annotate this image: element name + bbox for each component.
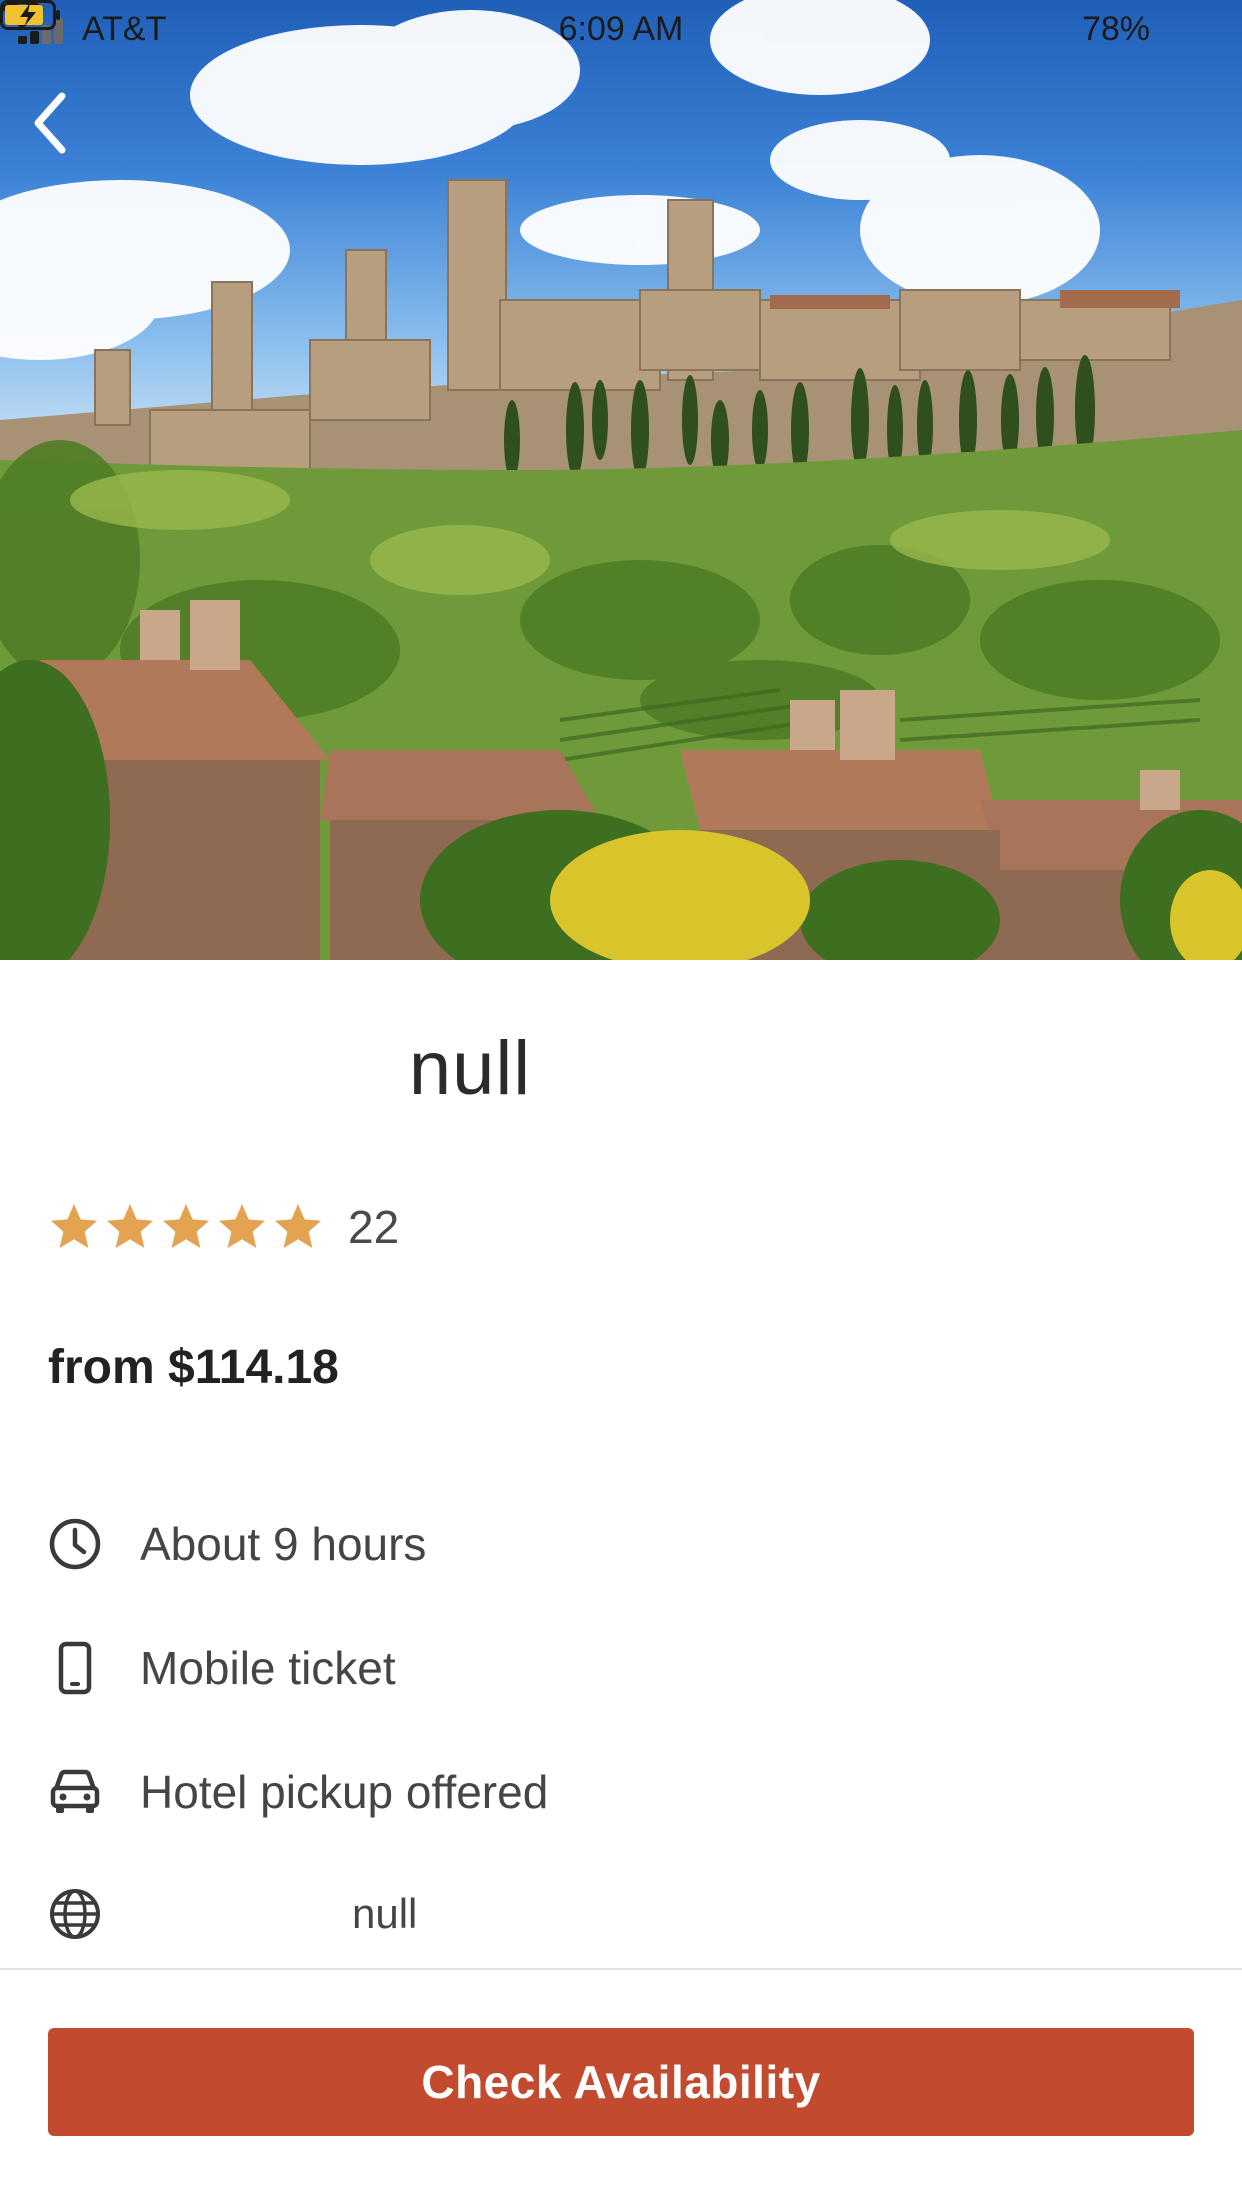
feature-ticket: Mobile ticket: [48, 1636, 396, 1700]
feature-text: Mobile ticket: [140, 1642, 396, 1694]
status-bar: AT&T 6:09 AM 78%: [0, 0, 1242, 60]
star-icon: [107, 1204, 153, 1248]
globe-icon: [48, 1887, 102, 1941]
feature-pickup: Hotel pickup offered: [48, 1760, 548, 1824]
feature-text: About 9 hours: [140, 1518, 427, 1570]
bottom-divider: [0, 1968, 1242, 1970]
car-icon: [48, 1765, 102, 1819]
star-icon: [275, 1204, 321, 1248]
hero-image: AT&T 6:09 AM 78%: [0, 0, 1242, 960]
status-time: 6:09 AM: [558, 10, 684, 48]
feature-duration: About 9 hours: [48, 1512, 426, 1576]
battery-charging-icon: [0, 0, 60, 30]
clock-icon: [48, 1517, 102, 1571]
phone-icon: [48, 1641, 102, 1695]
check-availability-button[interactable]: Check Availability: [48, 2028, 1194, 2136]
hero-landscape: [0, 0, 1242, 960]
feature-text: null: [352, 1890, 418, 1937]
review-count[interactable]: 22: [348, 1200, 399, 1254]
price-label: from $114.18: [48, 1341, 339, 1394]
back-button[interactable]: [30, 92, 94, 164]
star-icon: [163, 1204, 209, 1248]
chevron-left-icon: [34, 92, 66, 154]
star-icon: [219, 1204, 265, 1248]
star-icon: [51, 1204, 97, 1248]
feature-language: null: [48, 1882, 417, 1946]
battery-percentage: 78%: [1081, 10, 1150, 48]
star-rating: [48, 1201, 324, 1253]
rating-row: 22: [48, 1195, 399, 1259]
tour-title: null: [408, 1026, 532, 1111]
feature-text: Hotel pickup offered: [140, 1766, 549, 1818]
